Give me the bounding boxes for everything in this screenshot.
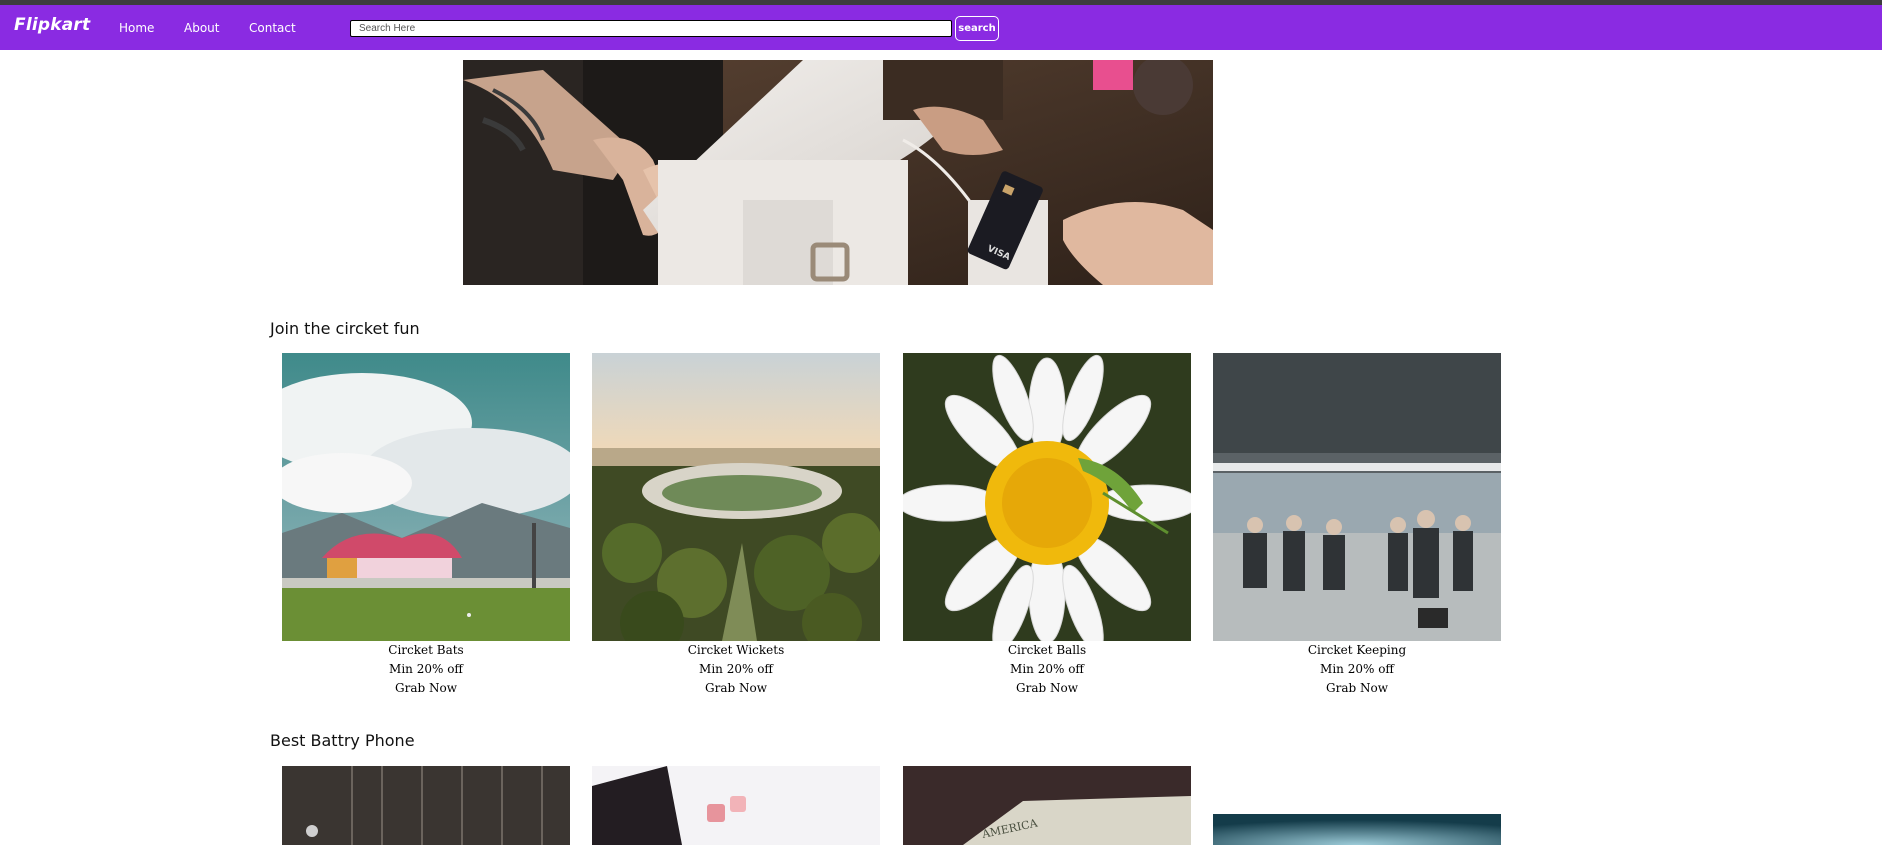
grab-now-link[interactable]: Grab Now bbox=[592, 679, 880, 698]
product-name: Circket Bats bbox=[388, 643, 464, 657]
product-offer: Min 20% off bbox=[1320, 662, 1394, 676]
grab-now-link[interactable]: Grab Now bbox=[282, 679, 570, 698]
nav-link-contact[interactable]: Contact bbox=[249, 21, 296, 35]
product-image-cricket-stadium[interactable] bbox=[282, 353, 570, 641]
product-offer: Min 20% off bbox=[389, 662, 463, 676]
product-image-daisy[interactable] bbox=[903, 353, 1191, 641]
nav-link-about[interactable]: About bbox=[184, 21, 219, 35]
search-input[interactable] bbox=[350, 20, 952, 37]
product-image-phone-dollar[interactable]: AMERICA bbox=[903, 766, 1191, 845]
section-title-phones: Best Battry Phone bbox=[270, 731, 415, 750]
product-name: Circket Balls bbox=[1007, 643, 1087, 657]
hero-payment-image: VISA bbox=[463, 60, 1213, 285]
product-name: Circket Keeping bbox=[1307, 643, 1407, 657]
product-name: Circket Wickets bbox=[687, 643, 785, 657]
grab-now-link[interactable]: Grab Now bbox=[1213, 679, 1501, 698]
product-card[interactable]: Circket Bats Min 20% off Grab Now bbox=[282, 353, 570, 698]
product-card[interactable]: Circket Keeping Min 20% off Grab Now bbox=[1213, 353, 1501, 698]
section-title-cricket: Join the circket fun bbox=[270, 319, 420, 338]
product-image-phone-white[interactable] bbox=[592, 766, 880, 845]
brand-logo[interactable]: Flipkart bbox=[14, 15, 90, 35]
hero-banner: VISA bbox=[463, 60, 1213, 285]
product-image-stadium-crowd[interactable] bbox=[1213, 353, 1501, 641]
nav-link-home[interactable]: Home bbox=[119, 21, 154, 35]
navbar: Flipkart Home About Contact search bbox=[0, 5, 1882, 50]
product-card[interactable]: Circket Wickets Min 20% off Grab Now bbox=[592, 353, 880, 698]
grab-now-link[interactable]: Grab Now bbox=[903, 679, 1191, 698]
product-image-phone-blue[interactable] bbox=[1213, 814, 1501, 845]
product-image-aerial-stadium[interactable] bbox=[592, 353, 880, 641]
product-offer: Min 20% off bbox=[699, 662, 773, 676]
product-image-phone-wood[interactable] bbox=[282, 766, 570, 845]
product-card[interactable]: Circket Balls Min 20% off Grab Now bbox=[903, 353, 1191, 698]
search-button[interactable]: search bbox=[955, 16, 999, 41]
product-offer: Min 20% off bbox=[1010, 662, 1084, 676]
